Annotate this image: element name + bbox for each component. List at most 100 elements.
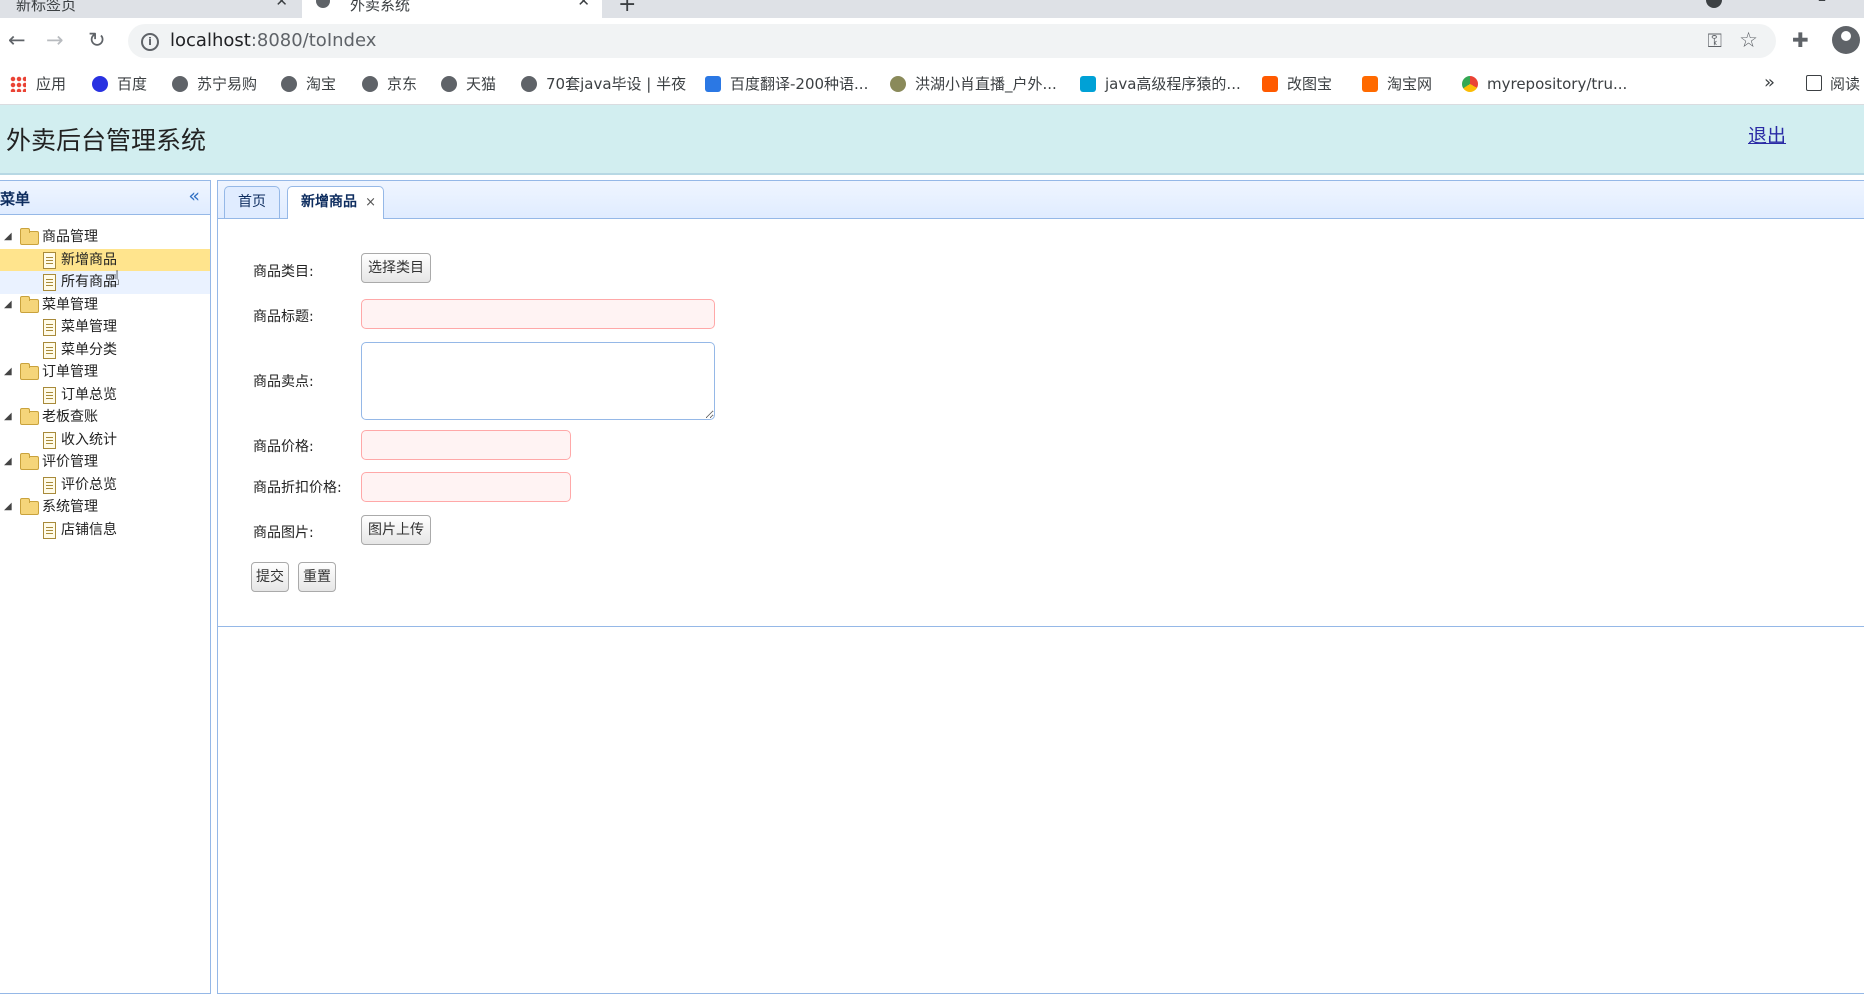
folder-icon — [20, 228, 39, 245]
file-icon — [43, 521, 56, 539]
bookmark-label: myrepository/tru... — [1487, 75, 1628, 93]
tree-item-shop-info[interactable]: 店铺信息 — [0, 519, 210, 542]
star-icon[interactable]: ☆ — [1739, 28, 1758, 52]
file-icon — [43, 341, 56, 359]
minimize-icon[interactable]: – — [1818, 0, 1826, 9]
tree-folder-orders[interactable]: ◢ 订单管理 — [0, 361, 210, 384]
globe-icon — [316, 0, 330, 8]
new-tab-button[interactable]: + — [618, 0, 636, 17]
sidebar-header: 菜单 « — [0, 181, 210, 215]
tree-item-label: 菜单分类 — [61, 341, 117, 358]
bookmark-suning[interactable]: 苏宁易购 — [172, 73, 257, 95]
title-input[interactable] — [361, 299, 715, 329]
bookmark-taobao-net[interactable]: 淘宝网 — [1362, 73, 1432, 95]
tree-folder-label: 菜单管理 — [42, 296, 98, 313]
expand-triangle-icon[interactable]: ◢ — [4, 226, 12, 249]
close-icon[interactable]: × — [365, 187, 376, 218]
app-header: 外卖后台管理系统 退出 — [0, 105, 1864, 175]
tree-item-add-goods[interactable]: 新增商品 — [0, 248, 210, 271]
close-icon[interactable]: ✕ — [577, 0, 590, 10]
tree-folder-label: 系统管理 — [42, 499, 98, 515]
logout-link[interactable]: 退出 — [1748, 121, 1786, 148]
expand-triangle-icon[interactable]: ◢ — [4, 496, 12, 519]
bookmark-apps[interactable]: 应用 — [10, 73, 66, 95]
browser-tab-strip: 新标签页 ✕ 外卖系统 ✕ + – — [0, 0, 1864, 18]
price-input[interactable] — [361, 430, 571, 460]
tree-folder-system[interactable]: ◢ 系统管理 — [0, 496, 210, 519]
expand-triangle-icon[interactable]: ◢ — [4, 451, 12, 474]
forward-arrow-icon[interactable]: → — [46, 27, 64, 53]
discount-price-input[interactable] — [361, 472, 571, 502]
title-label: 商品标题: — [253, 309, 314, 325]
close-icon[interactable]: ✕ — [275, 0, 288, 10]
reset-button[interactable]: 重置 — [298, 562, 336, 592]
bookmark-label: 苏宁易购 — [197, 75, 258, 93]
content-tabs: 首页 新增商品 × — [218, 181, 1864, 219]
back-arrow-icon[interactable]: ← — [8, 27, 26, 53]
browser-tab-active[interactable]: 外卖系统 ✕ — [302, 0, 602, 18]
baidu-paw-icon — [92, 76, 108, 92]
file-icon — [43, 274, 56, 291]
bookmark-tmall[interactable]: 天猫 — [441, 73, 496, 95]
expand-triangle-icon[interactable]: ◢ — [4, 361, 12, 384]
file-icon — [43, 251, 56, 269]
double-chevron-left-icon[interactable]: « — [188, 185, 200, 207]
tree-item-all-goods[interactable]: 所有商品 ☝ — [0, 267, 210, 294]
profile-menu-icon[interactable] — [1706, 0, 1722, 8]
tree-item-menu-manage[interactable]: 菜单管理 — [0, 316, 210, 339]
bilibili-icon — [1080, 76, 1096, 92]
reading-list-label: 阅读 — [1830, 75, 1861, 93]
chrome-icon — [1462, 76, 1478, 92]
category-label: 商品类目: — [253, 264, 314, 280]
bookmark-label: 改图宝 — [1287, 75, 1333, 93]
globe-icon — [362, 76, 378, 92]
select-category-button[interactable]: 选择类目 — [361, 253, 431, 283]
bookmark-taobao[interactable]: 淘宝 — [281, 73, 336, 95]
tree-item-label: 菜单管理 — [61, 319, 117, 335]
tree-item-review-overview[interactable]: 评价总览 — [0, 474, 210, 497]
hand-cursor-icon: ☝ — [108, 266, 121, 290]
tree-item-income-stats[interactable]: 收入统计 — [0, 429, 210, 452]
bookmark-label: 淘宝 — [306, 75, 337, 93]
browser-toolbar: ← → ↻ i localhost:8080/toIndex ⚿ ☆ ✚ — [0, 18, 1864, 64]
avatar[interactable] — [1832, 26, 1860, 54]
bookmark-label: 京东 — [387, 75, 418, 93]
bookmark-baidu[interactable]: 百度 — [92, 73, 147, 95]
apps-icon — [10, 76, 26, 92]
taobao-icon — [1362, 76, 1378, 92]
bookmark-label: 应用 — [36, 75, 67, 93]
bookmark-gaitubao[interactable]: 改图宝 — [1262, 73, 1332, 95]
tree-folder-menu[interactable]: ◢ 菜单管理 — [0, 294, 210, 317]
globe-icon — [281, 76, 297, 92]
address-bar[interactable]: i localhost:8080/toIndex ⚿ ☆ — [128, 24, 1776, 58]
upload-image-button[interactable]: 图片上传 — [361, 515, 431, 545]
tab-add-goods[interactable]: 新增商品 × — [287, 186, 384, 219]
reload-icon[interactable]: ↻ — [88, 27, 106, 53]
bookmark-baidu-translate[interactable]: 百度翻译-200种语... — [705, 73, 868, 95]
selling-point-textarea[interactable] — [361, 342, 715, 420]
key-icon[interactable]: ⚿ — [1708, 30, 1722, 52]
bookmark-java-projects[interactable]: 70套java毕设 | 半夜 — [521, 73, 686, 95]
url-text[interactable]: localhost:8080/toIndex — [170, 30, 376, 51]
tab-home[interactable]: 首页 — [224, 186, 280, 218]
tree-folder-reviews[interactable]: ◢ 评价管理 — [0, 451, 210, 474]
tree-item-order-overview[interactable]: 订单总览 — [0, 384, 210, 407]
tree-folder-goods[interactable]: ◢ 商品管理 — [0, 226, 210, 249]
tree-folder-label: 商品管理 — [42, 229, 98, 245]
info-icon[interactable]: i — [141, 33, 159, 51]
more-bookmarks-button[interactable]: » — [1764, 72, 1775, 93]
expand-triangle-icon[interactable]: ◢ — [4, 406, 12, 429]
expand-triangle-icon[interactable]: ◢ — [4, 294, 12, 317]
bookmark-honghu-live[interactable]: 洪湖小肖直播_户外... — [890, 73, 1057, 95]
tree-item-menu-category[interactable]: 菜单分类 — [0, 339, 210, 362]
browser-tab-newtab[interactable]: 新标签页 ✕ — [0, 0, 300, 18]
bookmark-jd[interactable]: 京东 — [362, 73, 417, 95]
puzzle-icon[interactable]: ✚ — [1792, 28, 1809, 52]
bookmark-myrepository[interactable]: myrepository/tru... — [1462, 73, 1627, 95]
submit-button[interactable]: 提交 — [251, 562, 289, 592]
tree-folder-accounts[interactable]: ◢ 老板查账 — [0, 406, 210, 429]
file-icon — [43, 431, 56, 449]
bookmark-bilibili[interactable]: java高级程序猿的... — [1080, 73, 1241, 95]
reading-list-button[interactable]: 阅读 — [1806, 73, 1860, 94]
bookmarks-bar: 应用 百度 苏宁易购 淘宝 京东 天猫 70套java毕设 | 半夜 百度翻译-… — [0, 64, 1864, 105]
